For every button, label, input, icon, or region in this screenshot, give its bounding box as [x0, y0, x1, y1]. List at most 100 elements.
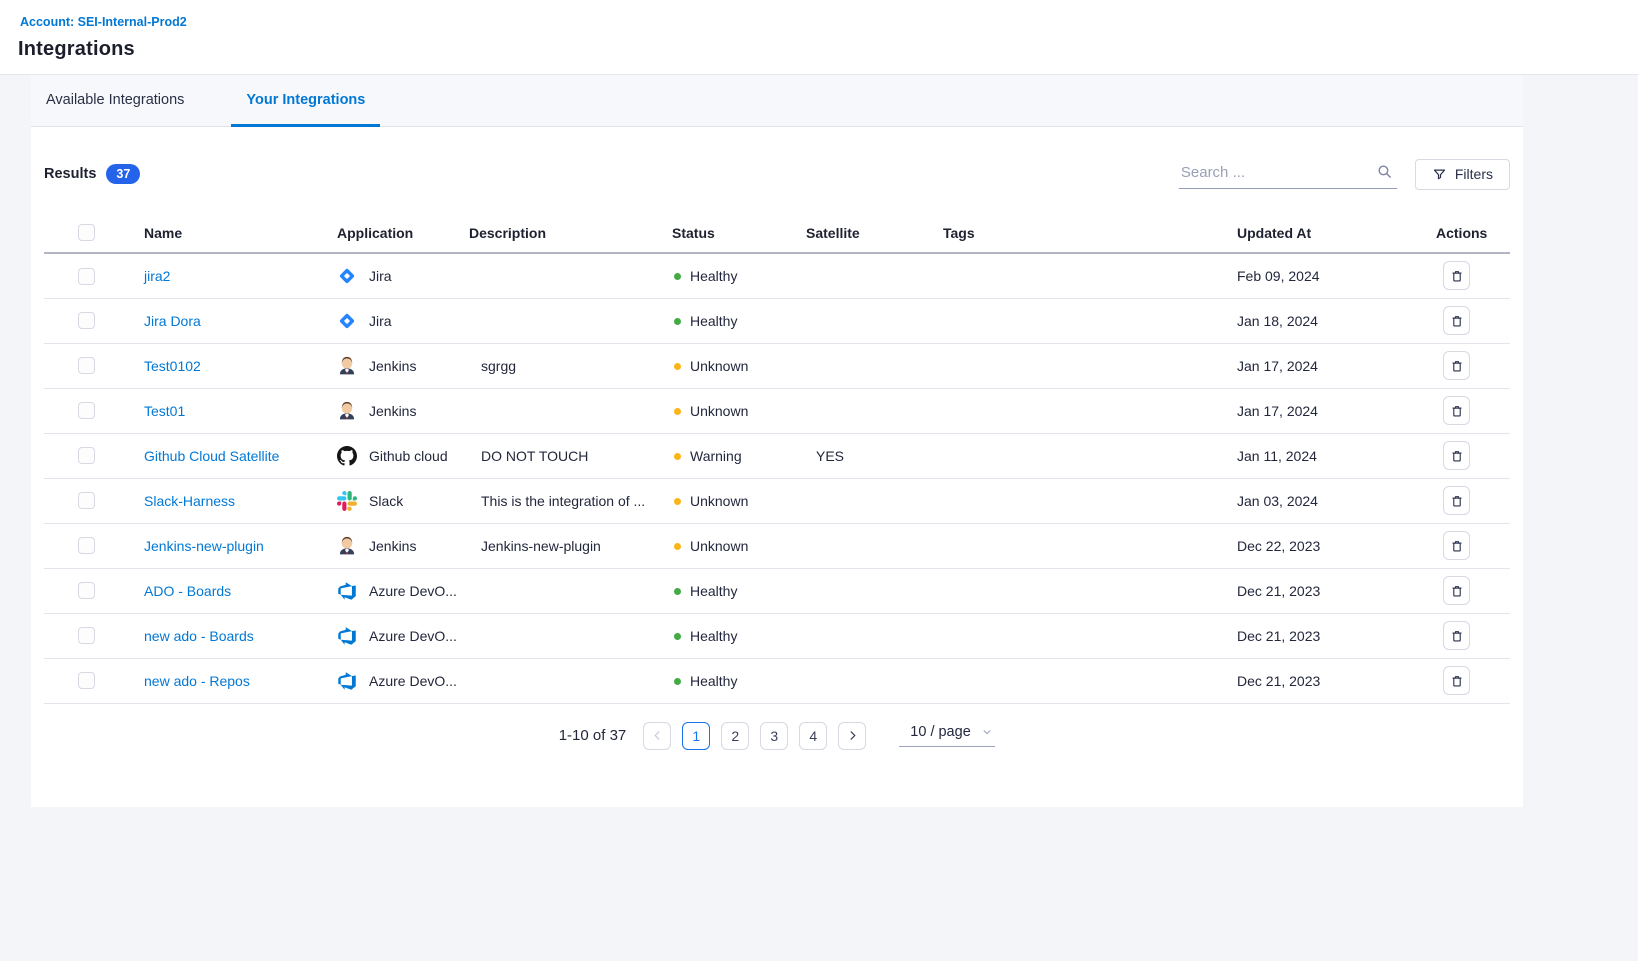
column-header-updated-at: Updated At [1237, 213, 1436, 253]
integration-name-link[interactable]: new ado - Repos [144, 673, 250, 689]
integration-name-link[interactable]: Slack-Harness [144, 493, 235, 509]
table-row: jira2 Jira Healthy Feb [44, 253, 1510, 298]
column-header-actions: Actions [1436, 213, 1510, 253]
satellite-cell [806, 253, 943, 298]
integration-name-link[interactable]: jira2 [144, 268, 170, 284]
row-checkbox[interactable] [78, 402, 95, 419]
status-dot [674, 453, 681, 460]
page-button-4[interactable]: 4 [799, 722, 827, 750]
integrations-table: Name Application Description Status Sate… [44, 213, 1510, 704]
row-checkbox[interactable] [78, 537, 95, 554]
integration-name-link[interactable]: Github Cloud Satellite [144, 448, 279, 464]
filters-button[interactable]: Filters [1415, 159, 1510, 190]
integration-name-link[interactable]: Test0102 [144, 358, 201, 374]
row-checkbox[interactable] [78, 627, 95, 644]
search-icon [1376, 163, 1393, 180]
integration-name-link[interactable]: Jira Dora [144, 313, 201, 329]
tags-cell [943, 658, 1237, 703]
trash-icon [1450, 449, 1464, 463]
delete-button[interactable] [1443, 531, 1470, 560]
status-dot [674, 633, 681, 640]
pagination: 1-10 of 37 1234 10 / page [44, 718, 1510, 754]
row-checkbox[interactable] [78, 672, 95, 689]
tab-available-integrations[interactable]: Available Integrations [31, 75, 199, 127]
status-cell: Unknown [672, 523, 806, 568]
row-checkbox[interactable] [78, 582, 95, 599]
trash-icon [1450, 584, 1464, 598]
status-dot [674, 498, 681, 505]
delete-button[interactable] [1443, 351, 1470, 380]
column-header-description: Description [469, 213, 672, 253]
azure-devops-icon [337, 671, 357, 691]
search-box [1179, 160, 1397, 189]
description-cell: sgrgg [469, 343, 672, 388]
integration-name-link[interactable]: Test01 [144, 403, 185, 419]
updated-at-cell: Dec 21, 2023 [1237, 658, 1436, 703]
delete-button[interactable] [1443, 621, 1470, 650]
row-checkbox[interactable] [78, 312, 95, 329]
results-count-badge: 37 [106, 164, 140, 184]
table-row: Github Cloud Satellite Github cloud DO N… [44, 433, 1510, 478]
page-size-select[interactable]: 10 / page [899, 724, 995, 747]
application-label: Azure DevO... [369, 673, 457, 689]
table-row: Test0102 Jenkins [44, 343, 1510, 388]
tags-cell [943, 568, 1237, 613]
trash-icon [1450, 494, 1464, 508]
description-cell: Jenkins-new-plugin [469, 523, 672, 568]
application-icon [337, 446, 357, 466]
status-cell: Unknown [672, 343, 806, 388]
row-checkbox[interactable] [78, 357, 95, 374]
status-cell: Healthy [672, 298, 806, 343]
updated-at-cell: Feb 09, 2024 [1237, 253, 1436, 298]
delete-button[interactable] [1443, 486, 1470, 515]
delete-button[interactable] [1443, 306, 1470, 335]
application-label: Slack [369, 493, 403, 509]
status-label: Unknown [690, 358, 748, 374]
select-all-checkbox[interactable] [78, 224, 95, 241]
tags-cell [943, 298, 1237, 343]
status-cell: Unknown [672, 388, 806, 433]
page-button-1[interactable]: 1 [682, 722, 710, 750]
updated-at-cell: Jan 18, 2024 [1237, 298, 1436, 343]
row-checkbox[interactable] [78, 447, 95, 464]
delete-button[interactable] [1443, 261, 1470, 290]
status-label: Warning [690, 448, 742, 464]
account-breadcrumb[interactable]: Account: SEI-Internal-Prod2 [20, 15, 187, 29]
description-cell [469, 658, 672, 703]
tab-your-integrations[interactable]: Your Integrations [231, 75, 380, 127]
description-cell [469, 298, 672, 343]
integration-name-link[interactable]: new ado - Boards [144, 628, 254, 644]
status-cell: Healthy [672, 568, 806, 613]
delete-button[interactable] [1443, 666, 1470, 695]
application-icon [337, 671, 357, 691]
delete-button[interactable] [1443, 576, 1470, 605]
delete-button[interactable] [1443, 396, 1470, 425]
application-icon [337, 266, 357, 286]
status-cell: Unknown [672, 478, 806, 523]
next-page-button[interactable] [838, 722, 866, 750]
tags-cell [943, 343, 1237, 388]
page-button-3[interactable]: 3 [760, 722, 788, 750]
row-checkbox[interactable] [78, 492, 95, 509]
github-icon [337, 446, 357, 466]
integration-name-link[interactable]: Jenkins-new-plugin [144, 538, 264, 554]
azure-devops-icon [337, 626, 357, 646]
delete-button[interactable] [1443, 441, 1470, 470]
slack-icon [337, 491, 357, 511]
table-row: Test01 Jenkins [44, 388, 1510, 433]
integration-name-link[interactable]: ADO - Boards [144, 583, 231, 599]
status-dot [674, 363, 681, 370]
updated-at-cell: Jan 03, 2024 [1237, 478, 1436, 523]
page-button-2[interactable]: 2 [721, 722, 749, 750]
description-cell [469, 613, 672, 658]
satellite-cell [806, 568, 943, 613]
status-label: Unknown [690, 493, 748, 509]
prev-page-button[interactable] [643, 722, 671, 750]
status-dot [674, 318, 681, 325]
updated-at-cell: Jan 17, 2024 [1237, 388, 1436, 433]
description-cell: This is the integration of ... [469, 478, 672, 523]
search-input[interactable] [1179, 160, 1397, 189]
application-label: Jenkins [369, 403, 416, 419]
column-header-tags: Tags [943, 213, 1237, 253]
row-checkbox[interactable] [78, 268, 95, 285]
